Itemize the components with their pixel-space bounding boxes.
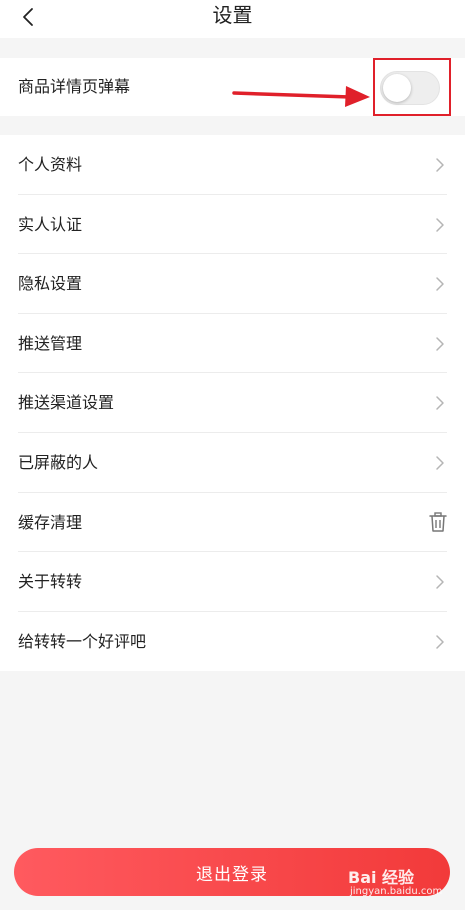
chevron-right-icon bbox=[436, 575, 444, 589]
chevron-right-icon bbox=[436, 217, 444, 232]
list-item-rate-app[interactable]: 给转转一个好评吧 bbox=[0, 612, 465, 672]
watermark-url: jingyan.baidu.com bbox=[350, 886, 443, 897]
list-item-label: 给转转一个好评吧 bbox=[18, 631, 147, 651]
chevron-right-icon bbox=[436, 337, 444, 351]
popup-setting-label: 商品详情页弹幕 bbox=[18, 77, 131, 96]
list-item-label: 缓存清理 bbox=[18, 512, 83, 532]
list-item-label: 推送渠道设置 bbox=[18, 393, 115, 413]
list-item-privacy[interactable]: 隐私设置 bbox=[0, 254, 465, 314]
list-item-clear-cache[interactable]: 缓存清理 bbox=[0, 493, 465, 553]
list-item-label: 个人资料 bbox=[18, 155, 83, 174]
list-item-blocked-users[interactable]: 已屏蔽的人 bbox=[0, 433, 465, 493]
chevron-right-icon bbox=[436, 396, 444, 411]
chevron-right-icon bbox=[436, 456, 444, 470]
list-item-label: 已屏蔽的人 bbox=[18, 452, 99, 472]
chevron-right-icon bbox=[436, 277, 444, 291]
list-item-label: 推送管理 bbox=[18, 333, 83, 353]
list-item-push-management[interactable]: 推送管理 bbox=[0, 314, 465, 374]
watermark-brand: Bai 经验 bbox=[348, 868, 415, 887]
annotation-highlight-box bbox=[373, 58, 451, 116]
baidu-watermark: Bai 经验 jingyan.baidu.com bbox=[348, 864, 460, 904]
list-item-profile[interactable]: 个人资料 bbox=[0, 135, 465, 195]
list-item-label: 关于转转 bbox=[18, 572, 83, 592]
list-item-label: 隐私设置 bbox=[18, 274, 83, 294]
nav-bar: 设置 bbox=[0, 0, 465, 38]
chevron-right-icon bbox=[436, 158, 444, 172]
list-item-label: 实人认证 bbox=[18, 214, 83, 234]
annotation-arrow-icon bbox=[232, 86, 370, 107]
page-title: 设置 bbox=[212, 3, 253, 27]
settings-list: 个人资料 实人认证 隐私设置 推送管理 推送渠道设置 已屏蔽的人 缓存清理 关于… bbox=[0, 135, 465, 671]
chevron-right-icon bbox=[436, 635, 444, 649]
list-item-push-channel[interactable]: 推送渠道设置 bbox=[0, 373, 465, 433]
logout-button-label: 退出登录 bbox=[196, 864, 268, 885]
trash-icon[interactable] bbox=[429, 511, 447, 532]
list-item-verification[interactable]: 实人认证 bbox=[0, 195, 465, 255]
list-item-about[interactable]: 关于转转 bbox=[0, 552, 465, 612]
